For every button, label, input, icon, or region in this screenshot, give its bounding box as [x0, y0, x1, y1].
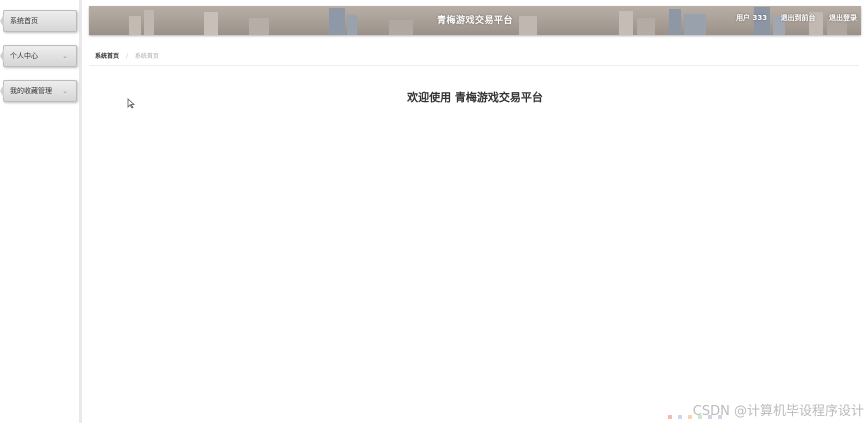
sidebar: 系统首页 个人中心 ⌄ 我的收藏管理 ⌄ — [0, 0, 82, 423]
breadcrumb-current: 系统首页 — [134, 53, 159, 60]
current-user: 用户 333 — [736, 14, 768, 22]
watermark-decoration — [668, 415, 722, 419]
header-actions: 用户 333 退出到前台 退出登录 — [725, 13, 857, 23]
chevron-down-icon: ⌄ — [62, 52, 68, 60]
sidebar-item-personal-center[interactable]: 个人中心 ⌄ — [0, 45, 77, 67]
app-window: 系统首页 个人中心 ⌄ 我的收藏管理 ⌄ 青梅游戏交易平台 用户 333 退出到… — [0, 0, 868, 423]
breadcrumb-separator: / — [125, 53, 128, 60]
sidebar-item-label: 系统首页 — [10, 17, 38, 25]
sidebar-item-home[interactable]: 系统首页 — [0, 10, 77, 32]
mouse-cursor-icon — [127, 98, 135, 109]
breadcrumb-home-link[interactable]: 系统首页 — [95, 53, 119, 60]
logout-link[interactable]: 退出登录 — [829, 14, 857, 22]
header-bar: 青梅游戏交易平台 用户 333 退出到前台 退出登录 — [89, 6, 861, 35]
chevron-down-icon: ⌄ — [62, 87, 68, 95]
sidebar-item-label: 我的收藏管理 — [10, 87, 52, 95]
sidebar-item-label: 个人中心 — [10, 52, 38, 60]
sidebar-item-favorites-management[interactable]: 我的收藏管理 ⌄ — [0, 80, 77, 102]
breadcrumb-divider — [89, 65, 859, 66]
exit-to-frontend-link[interactable]: 退出到前台 — [781, 14, 816, 22]
welcome-heading: 欢迎使用 青梅游戏交易平台 — [407, 91, 543, 104]
breadcrumb: 系统首页 / 系统首页 — [95, 51, 159, 60]
